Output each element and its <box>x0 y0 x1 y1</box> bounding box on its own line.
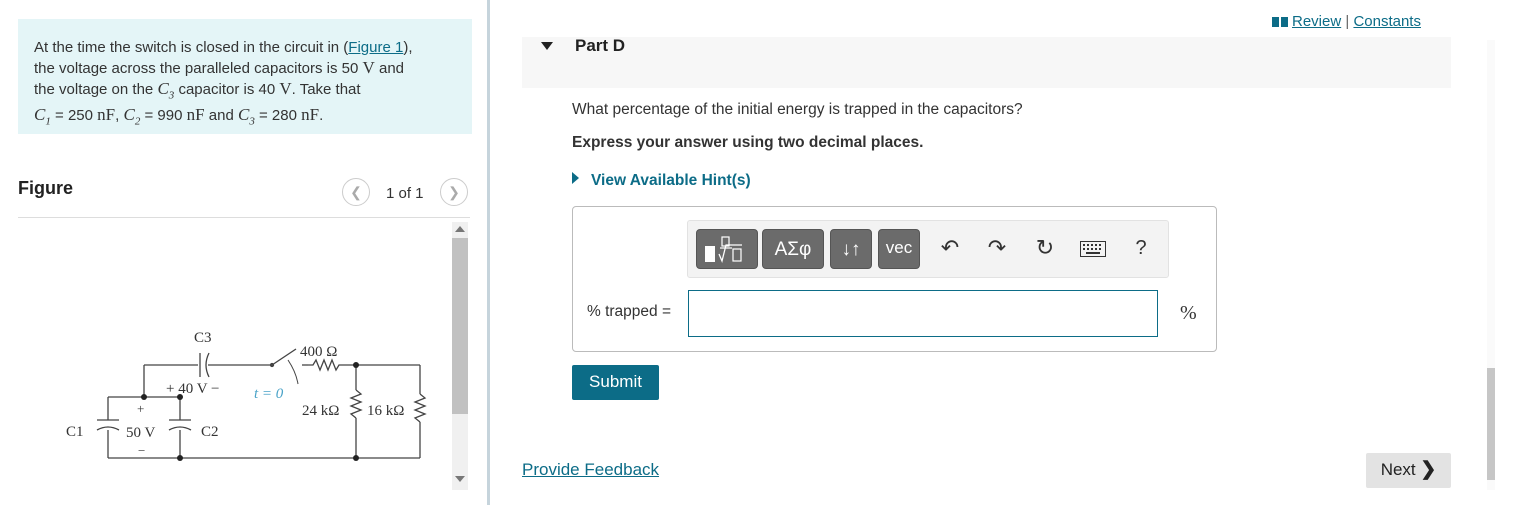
help-button[interactable]: ? <box>1124 231 1158 265</box>
problem-and: and <box>208 107 234 125</box>
hint-caret-icon <box>572 172 579 184</box>
page-scroll-thumb[interactable] <box>1487 368 1495 480</box>
c2-value: = 990 <box>144 107 183 125</box>
label-50v: 50 V <box>126 425 155 441</box>
label-plus: + <box>137 401 144 416</box>
resistor-16k <box>413 393 427 423</box>
problem-end: . <box>319 107 324 125</box>
chevron-left-icon: ❮ <box>350 184 362 200</box>
label-24k: 24 kΩ <box>302 403 339 419</box>
figure-link[interactable]: Figure 1 <box>348 39 403 56</box>
label-t0: t = 0 <box>254 386 284 402</box>
resistor-400 <box>308 358 356 372</box>
c3-value: = 280 <box>258 107 297 125</box>
figure-title: Figure <box>18 178 74 198</box>
templates-button[interactable] <box>696 229 758 269</box>
label-minus: − <box>138 443 145 458</box>
problem-text-3: the voltage across the paralleled capaci… <box>34 60 359 77</box>
figure-scroll-thumb[interactable] <box>452 238 468 414</box>
problem-statement: At the time the switch is closed in the … <box>34 39 413 128</box>
var-c2: C2 <box>123 105 141 128</box>
node <box>353 455 359 461</box>
prev-figure-button[interactable]: ❮ <box>342 178 370 206</box>
math-toolbar: ΑΣφ ↓↑ vec ↶ ↷ ↻ ? <box>687 220 1169 278</box>
next-label: Next <box>1380 460 1416 479</box>
switch-blade <box>271 348 297 366</box>
vector-button[interactable]: vec <box>878 229 920 269</box>
c1-plate-curved <box>96 426 120 431</box>
fraction-sqrt-template-icon <box>705 236 742 264</box>
undo-button[interactable]: ↶ <box>933 231 967 265</box>
resistor-24k <box>349 389 363 419</box>
unit-volts-2: V <box>279 79 292 98</box>
next-button[interactable]: Next ❯ <box>1366 453 1451 488</box>
next-figure-button[interactable]: ❯ <box>440 178 468 206</box>
scroll-up-icon[interactable] <box>455 226 465 232</box>
constants-link[interactable]: Constants <box>1353 13 1421 30</box>
var-c1: C1 <box>34 105 51 128</box>
switch-pivot <box>269 362 275 368</box>
label-40v: + 40 V − <box>166 381 219 397</box>
c2-plate-curved <box>168 426 192 431</box>
problem-text-2: ), <box>403 39 413 56</box>
label-c2: C2 <box>201 424 219 440</box>
unit-nf-2: nF <box>186 105 205 125</box>
node <box>353 362 359 368</box>
answer-label: % trapped = <box>587 303 672 320</box>
question-text: What percentage of the initial energy is… <box>572 101 1023 118</box>
chevron-right-icon: ❯ <box>448 184 460 200</box>
label-16k: 16 kΩ <box>367 403 404 419</box>
figure-navigation: ❮ 1 of 1 ❯ <box>342 178 470 208</box>
answer-input[interactable] <box>688 290 1158 337</box>
label-c3: C3 <box>194 330 212 346</box>
chevron-right-icon: ❯ <box>1420 459 1437 480</box>
c1-value: = 250 <box>55 107 93 125</box>
book-icon <box>1272 17 1288 28</box>
keyboard-button[interactable] <box>1076 231 1110 265</box>
unit-volts: V <box>362 58 375 77</box>
keyboard-icon <box>1080 241 1106 258</box>
view-hints-link[interactable]: View Available Hint(s) <box>572 172 751 190</box>
problem-text-6: capacitor is 40 <box>178 81 276 98</box>
problem-text-4: and <box>378 60 405 77</box>
unit-nf-1: nF <box>97 105 116 125</box>
submit-button[interactable]: Submit <box>572 365 659 400</box>
switch-arrow <box>287 359 299 385</box>
greek-symbols-button[interactable]: ΑΣφ <box>762 229 824 269</box>
problem-text-7: . Take that <box>291 81 361 98</box>
answer-instruction: Express your answer using two decimal pl… <box>572 134 924 151</box>
redo-icon: ↷ <box>987 235 1007 260</box>
redo-button[interactable]: ↷ <box>980 231 1014 265</box>
problem-text-1: At the time the switch is closed in the … <box>34 39 349 56</box>
provide-feedback-link[interactable]: Provide Feedback <box>522 460 659 480</box>
hint-label: View Available Hint(s) <box>591 172 751 189</box>
label-400: 400 Ω <box>300 344 337 360</box>
reset-icon: ↻ <box>1035 235 1055 260</box>
circuit-diagram: C3 + 40 V − t = 0 400 Ω 24 kΩ 16 kΩ C1 5… <box>66 330 427 461</box>
figure-divider <box>18 217 470 218</box>
figure-counter: 1 of 1 <box>386 185 424 202</box>
pane-divider[interactable] <box>487 0 490 505</box>
top-links: Review | Constants <box>1272 13 1421 30</box>
review-link[interactable]: Review <box>1292 13 1341 30</box>
unit-nf-3: nF <box>301 105 320 125</box>
part-header[interactable] <box>522 37 1451 88</box>
node <box>177 455 183 461</box>
answer-unit: % <box>1180 302 1197 324</box>
undo-icon: ↶ <box>940 235 960 260</box>
var-c3: C3 <box>157 79 175 102</box>
scroll-down-icon[interactable] <box>455 476 465 482</box>
label-c1: C1 <box>66 424 84 440</box>
var-c3-b: C3 <box>237 105 255 128</box>
part-title: Part D <box>575 36 626 55</box>
collapse-caret-icon[interactable] <box>541 42 553 50</box>
reset-button[interactable]: ↻ <box>1028 231 1062 265</box>
problem-text-5: the voltage on the <box>34 81 154 98</box>
subscript-superscript-button[interactable]: ↓↑ <box>830 229 872 269</box>
node <box>141 394 147 400</box>
links-separator: | <box>1345 13 1350 30</box>
